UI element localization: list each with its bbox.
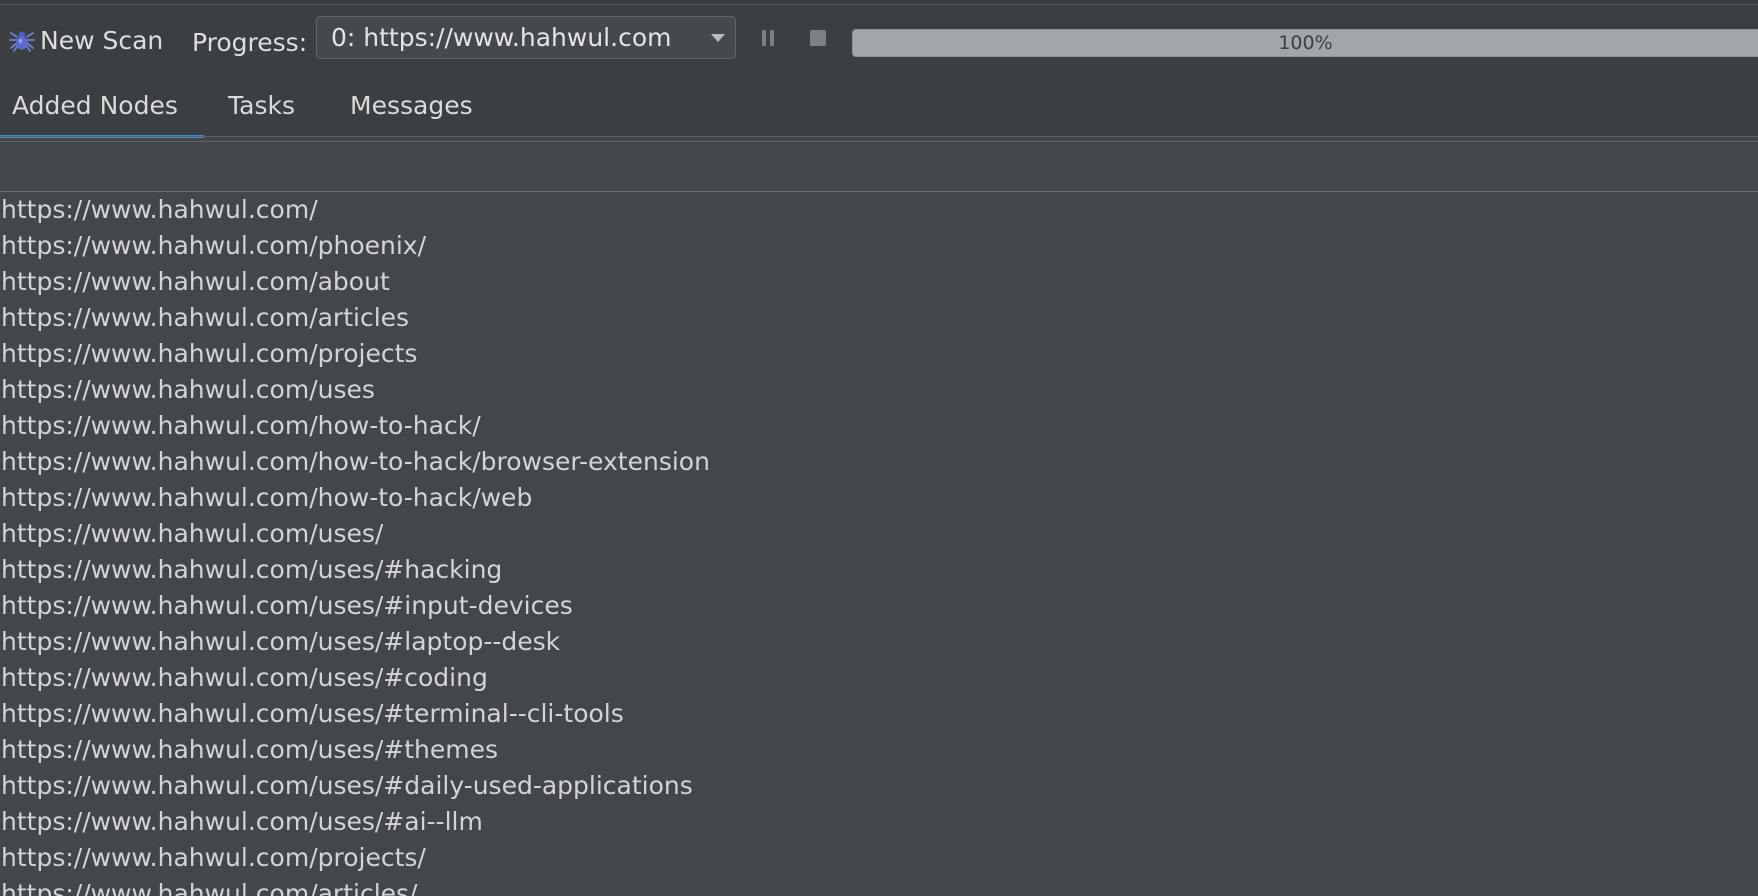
progress-percent-text: 100% bbox=[1278, 32, 1333, 54]
scan-progress-bar: 100% bbox=[852, 29, 1758, 57]
tabs-divider bbox=[0, 136, 1758, 137]
added-nodes-list-header bbox=[0, 142, 1758, 192]
list-item[interactable]: https://www.hahwul.com/uses/#coding bbox=[0, 660, 1758, 696]
pause-scan-button[interactable] bbox=[756, 28, 780, 52]
list-item[interactable]: https://www.hahwul.com/projects/ bbox=[0, 840, 1758, 876]
list-item[interactable]: https://www.hahwul.com/phoenix/ bbox=[0, 228, 1758, 264]
stop-scan-button[interactable] bbox=[806, 28, 830, 52]
list-item[interactable]: https://www.hahwul.com/ bbox=[0, 192, 1758, 228]
list-item[interactable]: https://www.hahwul.com/uses/#ai--llm bbox=[0, 804, 1758, 840]
list-item[interactable]: https://www.hahwul.com/uses/ bbox=[0, 516, 1758, 552]
spider-icon bbox=[8, 26, 36, 54]
progress-label: Progress: bbox=[192, 28, 308, 57]
list-item[interactable]: https://www.hahwul.com/uses/#input-devic… bbox=[0, 588, 1758, 624]
spider-toolbar: New Scan Progress: 0: https://www.hahwul… bbox=[0, 5, 1758, 74]
list-item[interactable]: https://www.hahwul.com/projects bbox=[0, 336, 1758, 372]
stop-icon bbox=[808, 28, 828, 52]
scan-select-value: 0: https://www.hahwul.com bbox=[331, 23, 672, 52]
tab-tasks[interactable]: Tasks bbox=[228, 74, 295, 136]
list-item[interactable]: https://www.hahwul.com/how-to-hack/ bbox=[0, 408, 1758, 444]
list-item[interactable]: https://www.hahwul.com/uses/#terminal--c… bbox=[0, 696, 1758, 732]
added-nodes-list[interactable]: https://www.hahwul.com/ https://www.hahw… bbox=[0, 192, 1758, 896]
list-item[interactable]: https://www.hahwul.com/uses/#hacking bbox=[0, 552, 1758, 588]
spider-tabs: Added Nodes Tasks Messages bbox=[0, 74, 1758, 138]
pause-icon bbox=[760, 28, 776, 52]
list-item[interactable]: https://www.hahwul.com/uses bbox=[0, 372, 1758, 408]
chevron-down-icon bbox=[701, 16, 735, 59]
list-item[interactable]: https://www.hahwul.com/articles/ bbox=[0, 876, 1758, 896]
list-item[interactable]: https://www.hahwul.com/uses/#themes bbox=[0, 732, 1758, 768]
tab-added-nodes[interactable]: Added Nodes bbox=[0, 74, 204, 138]
new-scan-button[interactable]: New Scan bbox=[8, 22, 163, 58]
tab-messages[interactable]: Messages bbox=[350, 74, 473, 136]
list-item[interactable]: https://www.hahwul.com/uses/#laptop--des… bbox=[0, 624, 1758, 660]
list-item[interactable]: https://www.hahwul.com/uses/#daily-used-… bbox=[0, 768, 1758, 804]
new-scan-label: New Scan bbox=[40, 25, 164, 55]
scan-progress-select[interactable]: 0: https://www.hahwul.com bbox=[316, 16, 736, 59]
list-item[interactable]: https://www.hahwul.com/articles bbox=[0, 300, 1758, 336]
list-item[interactable]: https://www.hahwul.com/how-to-hack/brows… bbox=[0, 444, 1758, 480]
list-item[interactable]: https://www.hahwul.com/how-to-hack/web bbox=[0, 480, 1758, 516]
list-item[interactable]: https://www.hahwul.com/about bbox=[0, 264, 1758, 300]
